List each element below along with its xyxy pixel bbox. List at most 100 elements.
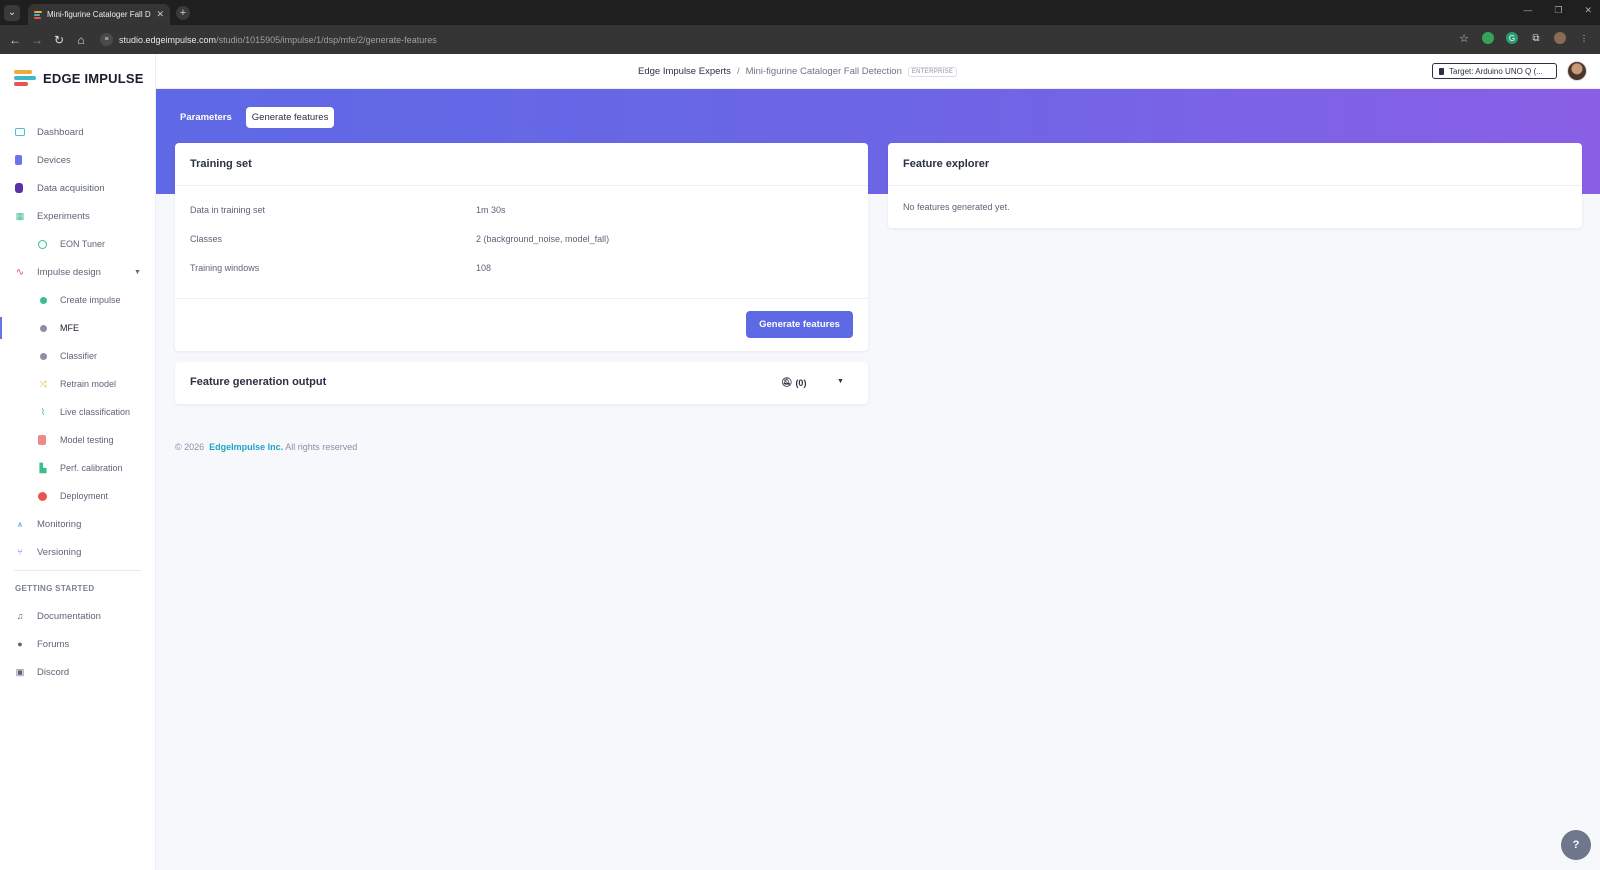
site-info-icon[interactable]: ≡ — [100, 33, 113, 46]
branch-icon: ⑂ — [17, 547, 23, 557]
generate-features-button[interactable]: Generate features — [746, 311, 853, 338]
sidebar-item-label: Versioning — [37, 546, 82, 558]
sidebar-item-forums[interactable]: ● Forums — [0, 630, 156, 658]
sidebar-item-label: Forums — [37, 638, 70, 650]
dot-icon — [38, 295, 48, 305]
sidebar-item-label: Live classification — [60, 407, 131, 417]
target-label: Target: Arduino UNO Q (... — [1449, 66, 1543, 76]
dot-icon — [38, 351, 48, 361]
url-path: /studio/1015905/impulse/1/dsp/mfe/2/gene… — [216, 34, 437, 45]
close-tab-icon[interactable]: ✕ — [156, 9, 164, 20]
sidebar-item-label: Discord — [37, 666, 70, 678]
help-button[interactable]: ? — [1561, 830, 1591, 860]
breadcrumb-separator: / — [736, 66, 740, 77]
close-window-icon[interactable]: ✕ — [1584, 5, 1592, 16]
feature-explorer-header: Feature explorer — [888, 143, 1582, 186]
row-label-data: Data in training set — [190, 205, 266, 215]
sidebar-item-label: Documentation — [37, 610, 101, 622]
tab-search-button[interactable]: ⌄ — [4, 4, 20, 21]
sidebar-item-versioning[interactable]: ⑂ Versioning — [0, 538, 156, 566]
profile-avatar-icon[interactable] — [1554, 32, 1566, 44]
tab-parameters[interactable]: Parameters — [174, 107, 238, 128]
sidebar-item-label: Impulse design — [37, 266, 101, 278]
back-icon[interactable]: ← — [4, 33, 26, 47]
sidebar-item-discord[interactable]: ▣ Discord — [0, 658, 156, 686]
window-controls: — ❐ ✕ — [1523, 5, 1592, 16]
sidebar-item-create-impulse[interactable]: Create impulse — [0, 286, 156, 314]
row-label-windows: Training windows — [190, 263, 260, 273]
sidebar-item-deployment[interactable]: Deployment — [0, 482, 156, 510]
sidebar-item-mfe[interactable]: MFE — [0, 314, 156, 342]
browser-extensions: ☆ G ⧉ ⋮ — [1458, 32, 1590, 45]
sidebar-item-label: Retrain model — [60, 379, 117, 389]
sidebar-item-retrain-model[interactable]: ⤨ Retrain model — [0, 370, 156, 398]
database-icon — [15, 183, 23, 193]
feature-output-title: Feature generation output — [190, 376, 327, 388]
breadcrumb-project[interactable]: Mini-figurine Cataloger Fall Detection — [746, 66, 902, 77]
new-tab-button[interactable]: + — [176, 5, 190, 20]
top-header: Edge Impulse Experts / Mini-figurine Cat… — [156, 54, 1600, 89]
box-icon — [38, 491, 47, 501]
chevron-down-icon[interactable]: ▼ — [134, 269, 141, 276]
shuffle-icon: ⤨ — [39, 378, 47, 389]
browser-toolbar: ← → ↻ ⌂ ≡ studio.edgeimpulse.com/studio/… — [0, 25, 1600, 54]
browser-tab[interactable]: Mini-figurine Cataloger Fall Det ✕ — [28, 4, 170, 25]
bar-chart-icon: ▙ — [39, 462, 47, 473]
tuner-icon — [38, 239, 47, 249]
row-label-classes: Classes — [190, 234, 223, 244]
sidebar-item-classifier[interactable]: Classifier — [0, 342, 156, 370]
sidebar-item-data-acquisition[interactable]: Data acquisition — [0, 174, 156, 202]
grammarly-extension-icon[interactable]: G — [1506, 32, 1518, 44]
brand-name: EDGE IMPULSE — [43, 70, 144, 86]
edge-impulse-logo[interactable]: EDGE IMPULSE — [14, 70, 144, 86]
feature-output-card[interactable]: Feature generation output 🔕︎ (0) ▼ — [175, 362, 868, 404]
sidebar-item-label: Classifier — [60, 351, 98, 361]
company-link[interactable]: EdgeImpulse Inc. — [209, 442, 283, 452]
notification-count: (0) — [795, 377, 807, 388]
sidebar-item-model-testing[interactable]: Model testing — [0, 426, 156, 454]
sidebar-item-impulse-design[interactable]: ∿ Impulse design ▼ — [0, 258, 156, 286]
notification-toggle[interactable]: 🔕︎ (0) — [781, 377, 806, 388]
home-icon[interactable]: ⌂ — [70, 33, 92, 47]
tab-title: Mini-figurine Cataloger Fall Det — [47, 10, 152, 19]
sidebar-item-label: Devices — [37, 154, 71, 166]
sidebar-item-perf-calibration[interactable]: ▙ Perf. calibration — [0, 454, 156, 482]
restore-icon[interactable]: ❐ — [1554, 5, 1562, 16]
extensions-puzzle-icon[interactable]: ⧉ — [1530, 32, 1542, 44]
tab-generate-features[interactable]: Generate features — [245, 107, 335, 128]
monitor-icon — [15, 128, 25, 136]
forward-icon[interactable]: → — [26, 33, 48, 47]
clipboard-icon — [38, 435, 46, 445]
sidebar-item-devices[interactable]: Devices — [0, 146, 156, 174]
breadcrumb: Edge Impulse Experts / Mini-figurine Cat… — [638, 66, 958, 77]
sidebar-item-dashboard[interactable]: Dashboard — [0, 118, 156, 146]
minimize-icon[interactable]: — — [1523, 5, 1532, 16]
docs-icon: ♫ — [16, 611, 24, 621]
card-divider — [175, 298, 868, 299]
training-set-title: Training set — [190, 158, 252, 170]
user-avatar[interactable] — [1567, 61, 1587, 81]
target-device-button[interactable]: Target: Arduino UNO Q (... — [1432, 63, 1557, 79]
chip-icon — [1439, 67, 1444, 75]
sidebar-item-eon-tuner[interactable]: EON Tuner — [0, 230, 156, 258]
sidebar-item-experiments[interactable]: ▦ Experiments — [0, 202, 156, 230]
copyright: © 2026 — [175, 442, 205, 452]
edge-impulse-logo-icon — [14, 70, 36, 86]
monitoring-icon: ⩚ — [17, 518, 23, 529]
training-set-card: Training set Data in training set 1m 30s… — [175, 143, 868, 351]
sidebar-item-live-classification[interactable]: ⌇ Live classification — [0, 398, 156, 426]
address-bar[interactable]: ≡ studio.edgeimpulse.com/studio/1015905/… — [100, 33, 437, 46]
breadcrumb-org[interactable]: Edge Impulse Experts — [638, 66, 731, 77]
sidebar-item-monitoring[interactable]: ⩚ Monitoring — [0, 510, 156, 538]
browser-tabbar: ⌄ Mini-figurine Cataloger Fall Det ✕ + —… — [0, 0, 1600, 25]
browser-menu-icon[interactable]: ⋮ — [1578, 32, 1590, 44]
shield-extension-icon[interactable] — [1482, 32, 1494, 44]
empty-state-text: No features generated yet. — [903, 202, 1010, 212]
feature-explorer-title: Feature explorer — [903, 158, 990, 170]
feature-explorer-card: Feature explorer No features generated y… — [888, 143, 1582, 228]
chevron-down-icon[interactable]: ▼ — [837, 378, 844, 385]
sidebar-item-documentation[interactable]: ♫ Documentation — [0, 602, 156, 630]
reload-icon[interactable]: ↻ — [48, 33, 70, 47]
row-value-windows: 108 — [476, 263, 492, 273]
bookmark-star-icon[interactable]: ☆ — [1458, 32, 1470, 45]
